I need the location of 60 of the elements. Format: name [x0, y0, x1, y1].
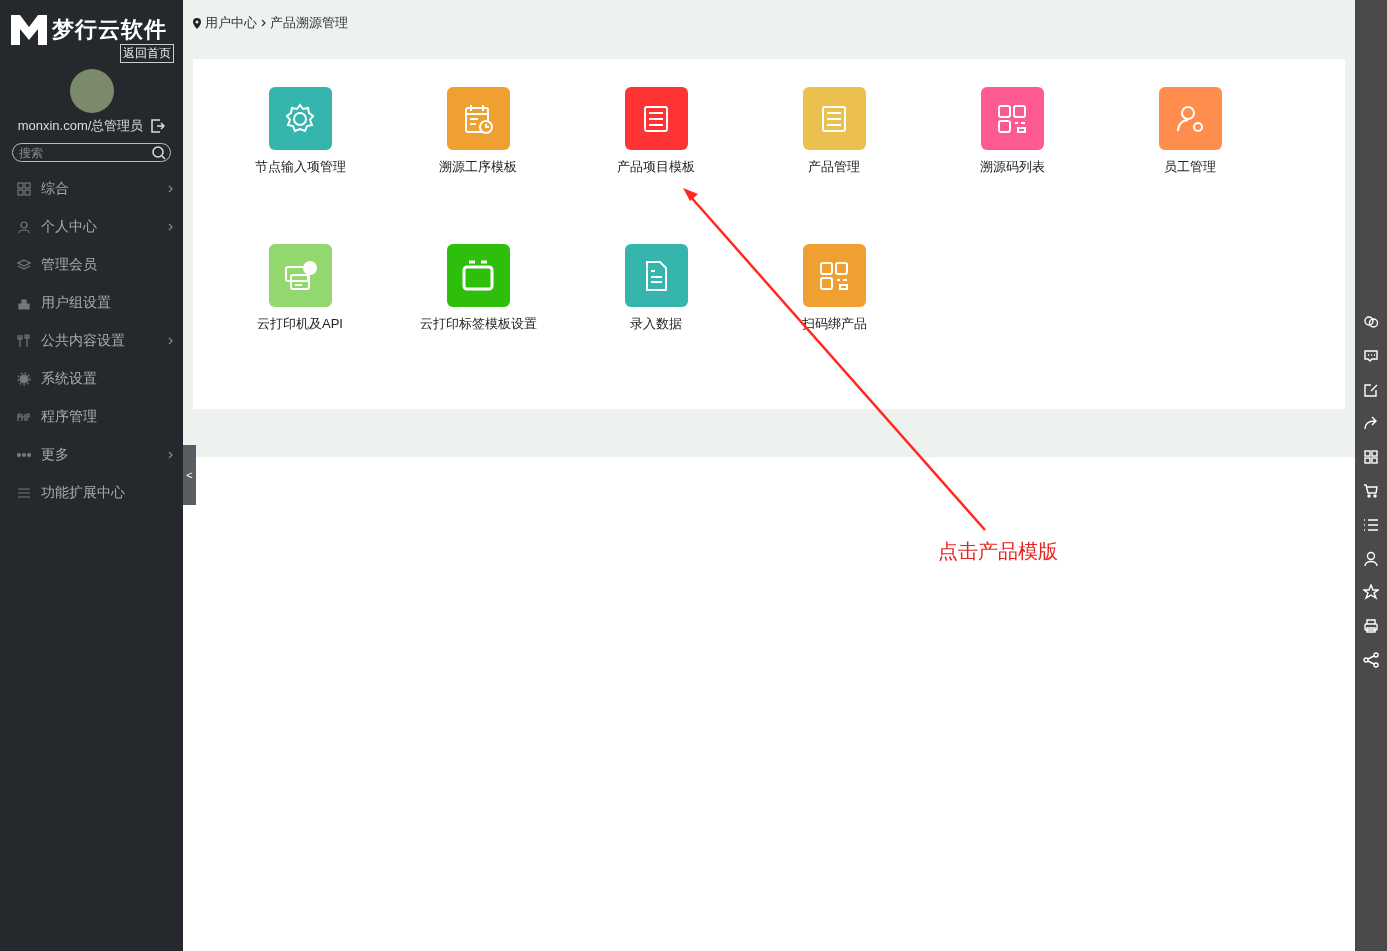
php-icon: [17, 410, 31, 424]
logo-icon: [10, 14, 48, 46]
app-tile-label[interactable]: 产品项目模板: [617, 158, 695, 176]
app-tile-label[interactable]: 员工管理: [1164, 158, 1216, 176]
app-tile-icon[interactable]: [268, 244, 332, 307]
app-tile-icon[interactable]: [1158, 87, 1222, 150]
breadcrumb-link[interactable]: 产品溯源管理: [270, 14, 348, 32]
breadcrumb-link[interactable]: 用户中心: [205, 14, 257, 32]
person-icon: [17, 220, 31, 234]
share-icon[interactable]: [1363, 651, 1379, 668]
app-tile-icon[interactable]: [446, 244, 510, 307]
qr-code-icon[interactable]: [1363, 449, 1379, 466]
home-link[interactable]: 返回首页: [120, 44, 174, 63]
app-tile-label[interactable]: 溯源工序模板: [439, 158, 517, 176]
location-pin-icon: [193, 17, 201, 29]
cart-icon[interactable]: [1363, 483, 1379, 499]
user-name: monxin.com/总管理员: [17, 117, 144, 135]
chevron-icon: [261, 19, 266, 27]
app-tile-icon[interactable]: [624, 244, 688, 307]
menu-icon: [17, 486, 31, 500]
sidebar-item[interactable]: 管理会员: [0, 246, 183, 284]
sidebar-item[interactable]: 程序管理: [0, 398, 183, 436]
list-icon[interactable]: [1363, 516, 1379, 533]
search-field[interactable]: 搜索: [12, 143, 171, 162]
logout-icon[interactable]: [151, 119, 166, 133]
app-tile-label[interactable]: 录入数据: [630, 315, 682, 333]
annotation-text: 点击产品模版: [938, 539, 1058, 564]
collapse-handle[interactable]: <: [183, 445, 196, 505]
avatar: [69, 69, 114, 113]
layers-icon: [17, 258, 31, 272]
app-tile-label[interactable]: 云打印机及API: [257, 315, 343, 333]
sidebar-item[interactable]: 更多: [0, 436, 183, 474]
app-tile-label[interactable]: 节点输入项管理: [254, 158, 346, 176]
app-tile-icon[interactable]: [268, 87, 332, 150]
printer-icon[interactable]: [1363, 618, 1379, 635]
app-tile-icon[interactable]: [802, 87, 866, 150]
app-tile-icon[interactable]: [802, 244, 866, 307]
sidebar-item[interactable]: 功能扩展中心: [0, 474, 183, 512]
person-icon[interactable]: [1363, 550, 1379, 567]
sidebar-item[interactable]: 综合: [0, 170, 183, 208]
edit-icon[interactable]: [1363, 381, 1379, 398]
chat-bubbles-icon[interactable]: [1363, 314, 1379, 330]
share-arrow-icon[interactable]: [1363, 415, 1379, 432]
app-tile-label[interactable]: 云打印标签模板设置: [419, 315, 537, 333]
sidebar-item[interactable]: 用户组设置: [0, 284, 183, 322]
app-tile-icon[interactable]: [980, 87, 1044, 150]
app-tile-label[interactable]: 产品管理: [808, 158, 860, 176]
app-tile-icon[interactable]: [446, 87, 510, 150]
buildings-icon: [17, 296, 31, 310]
app-tile-icon[interactable]: [624, 87, 688, 150]
tools-icon: [17, 334, 31, 348]
grid-icon: [17, 182, 31, 196]
search-icon[interactable]: [152, 146, 166, 160]
sidebar-item[interactable]: 个人中心: [0, 208, 183, 246]
sidebar-item[interactable]: 公共内容设置: [0, 322, 183, 360]
sidebar-item[interactable]: 系统设置: [0, 360, 183, 398]
logo-text: 梦行云软件: [52, 16, 167, 44]
message-icon[interactable]: [1363, 347, 1379, 364]
app-tile-label[interactable]: 溯源码列表: [979, 158, 1045, 176]
star-icon[interactable]: [1363, 584, 1379, 601]
